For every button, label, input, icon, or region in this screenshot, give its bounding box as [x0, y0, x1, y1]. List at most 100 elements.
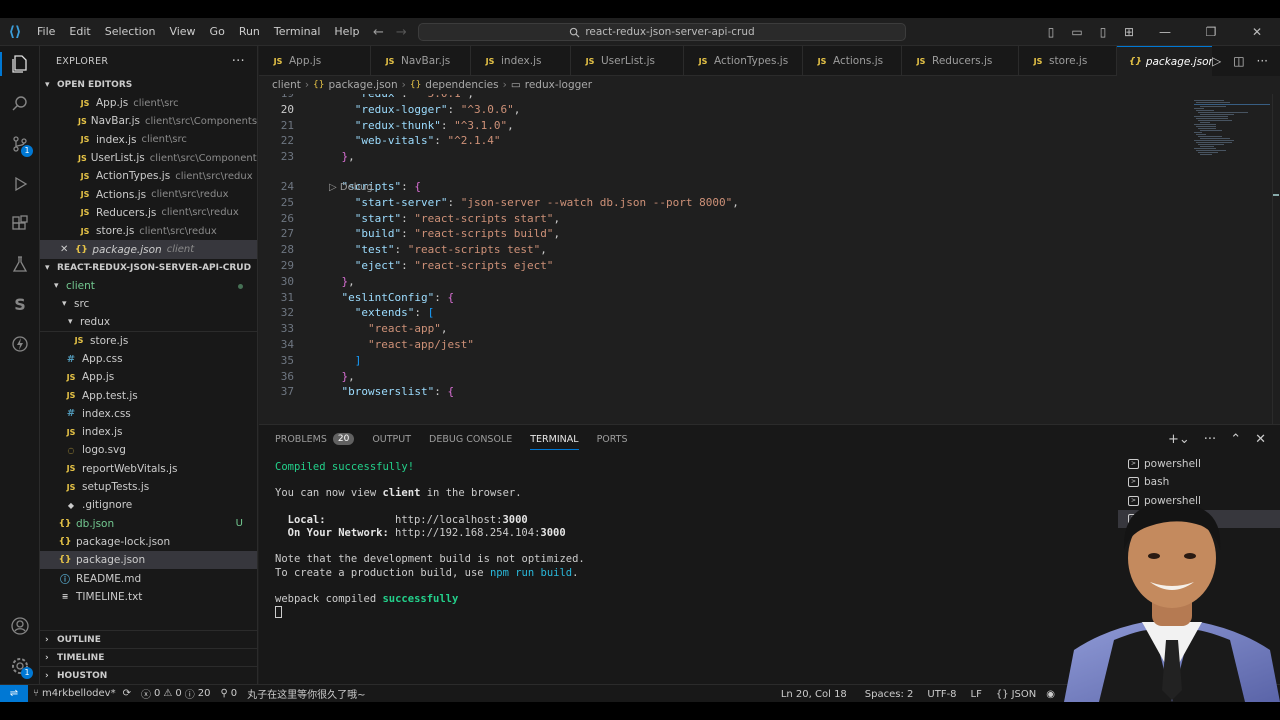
more-actions-icon[interactable]: ··· [1204, 432, 1216, 447]
open-editor-item[interactable]: JS store.js client\src\redux [40, 222, 257, 240]
minimize-icon[interactable]: — [1142, 25, 1188, 39]
menu-terminal[interactable]: Terminal [267, 18, 328, 46]
menu-edit[interactable]: Edit [62, 18, 97, 46]
toggle-panel-icon[interactable]: ▭ [1064, 25, 1090, 39]
toggle-secondary-sidebar-icon[interactable]: ▯ [1090, 25, 1116, 39]
folder-redux[interactable]: ▾ redux [40, 313, 257, 332]
file-tree-item[interactable]: ≡ TIMELINE.txt [40, 588, 257, 606]
file-tree-item[interactable]: JS reportWebVitals.js [40, 460, 257, 478]
houston-header[interactable]: › HOUSTON [40, 666, 257, 684]
problems-indicator[interactable]: ⓧ 0 ⚠ 0 ⓘ 20 [136, 686, 215, 701]
open-editor-item[interactable]: JS index.js client\src [40, 131, 257, 149]
close-icon[interactable]: ✕ [60, 244, 68, 255]
line-ending[interactable]: LF [966, 689, 987, 700]
open-editor-item[interactable]: JS ActionTypes.js client\src\redux [40, 167, 257, 185]
ports-indicator[interactable]: ⚲ 0 [215, 688, 242, 699]
s-extension-icon[interactable]: S [6, 290, 34, 318]
file-tree-item[interactable]: JS setupTests.js [40, 478, 257, 496]
source-control-icon[interactable]: 1 [6, 130, 34, 158]
minimap[interactable] [1194, 100, 1270, 160]
account-icon[interactable] [6, 612, 34, 640]
breadcrumb-redux-logger[interactable]: redux-logger [525, 79, 592, 91]
menu-help[interactable]: Help [327, 18, 366, 46]
indentation[interactable]: Spaces: 2 [860, 689, 919, 700]
project-header[interactable]: ▾ REACT-REDUX-JSON-SERVER-API-CRUD [40, 259, 257, 277]
file-tree-item[interactable]: {} package-lock.json [40, 533, 257, 551]
branch-indicator[interactable]: ⑂ m4rkbellodev* ⟳ [28, 688, 136, 699]
encoding[interactable]: UTF-8 [922, 689, 961, 700]
file-tree-item[interactable]: ⓘ README.md [40, 569, 257, 587]
more-actions-icon[interactable]: ··· [232, 54, 245, 69]
lightning-icon[interactable] [6, 330, 34, 358]
file-tree-item[interactable]: JS App.test.js [40, 386, 257, 404]
terminal-instance[interactable]: > bash [1118, 473, 1280, 491]
tab-output[interactable]: OUTPUT [372, 425, 411, 453]
open-editors-header[interactable]: ▾ OPEN EDITORS [40, 76, 257, 94]
open-editor-item[interactable]: JSNavBar.js client\src\Components\R... [40, 112, 257, 130]
menu-view[interactable]: View [162, 18, 202, 46]
breadcrumb-client[interactable]: client [272, 79, 301, 91]
editor-tab[interactable]: JS UserList.js [571, 46, 684, 76]
run-debug-icon[interactable] [6, 170, 34, 198]
code-editor[interactable]: 19 "redux": "^5.0.1", 20 "redux-logger": … [259, 94, 1280, 424]
open-editor-item[interactable]: JS UserList.js client\src\Components [40, 149, 257, 167]
file-tree-item[interactable]: JS store.js [40, 332, 257, 350]
remote-indicator-icon[interactable]: ⇌ [0, 684, 28, 702]
extensions-icon[interactable] [6, 210, 34, 238]
new-terminal-icon[interactable]: +⌄ [1168, 432, 1190, 447]
file-tree-item[interactable]: ◆ .gitignore [40, 496, 257, 514]
editor-tab[interactable]: JS store.js [1019, 46, 1117, 76]
settings-gear-icon[interactable]: 1 [6, 652, 34, 680]
command-center[interactable]: react-redux-json-server-api-crud [418, 23, 906, 41]
menu-run[interactable]: Run [232, 18, 267, 46]
split-editor-icon[interactable]: ◫ [1233, 54, 1244, 68]
debug-codelens[interactable]: ▷ Debug [329, 182, 373, 193]
open-editor-item[interactable]: ✕ {} package.json client [40, 240, 257, 259]
editor-tab[interactable]: JS ActionTypes.js [684, 46, 803, 76]
forward-arrow-icon[interactable]: → [396, 25, 407, 40]
restore-icon[interactable]: ❐ [1188, 25, 1234, 39]
file-tree-item[interactable]: JS App.js [40, 368, 257, 386]
outline-header[interactable]: › OUTLINE [40, 630, 257, 648]
menu-selection[interactable]: Selection [98, 18, 163, 46]
editor-tab[interactable]: {}package.json✕ [1117, 46, 1234, 76]
terminal-output[interactable]: Compiled successfully! You can now view … [275, 461, 1115, 619]
open-editor-item[interactable]: JS App.js client\src [40, 94, 257, 112]
editor-tab[interactable]: JS index.js [471, 46, 571, 76]
file-tree-item[interactable]: ◌ logo.svg [40, 441, 257, 459]
open-editor-item[interactable]: JS Actions.js client\src\redux [40, 185, 257, 203]
tab-problems[interactable]: PROBLEMS 20 [275, 425, 355, 453]
close-window-icon[interactable]: ✕ [1234, 25, 1280, 39]
open-editor-item[interactable]: JS Reducers.js client\src\redux [40, 204, 257, 222]
folder-client[interactable]: ▾ client [40, 277, 257, 295]
cursor-position[interactable]: Ln 20, Col 18 [776, 689, 852, 700]
close-panel-icon[interactable]: ✕ [1255, 432, 1266, 447]
testing-flask-icon[interactable] [6, 250, 34, 278]
tab-terminal[interactable]: TERMINAL [530, 425, 579, 453]
editor-tab[interactable]: JS App.js [259, 46, 371, 76]
breadcrumb-file[interactable]: package.json [329, 79, 398, 91]
file-tree-item[interactable]: # index.css [40, 405, 257, 423]
more-actions-icon[interactable]: ··· [1257, 54, 1268, 68]
menu-go[interactable]: Go [203, 18, 232, 46]
editor-tab[interactable]: JS Actions.js [803, 46, 902, 76]
run-icon[interactable]: ▷ [1212, 54, 1221, 68]
breadcrumb-dependencies[interactable]: dependencies [425, 79, 498, 91]
maximize-panel-icon[interactable]: ⌃ [1230, 432, 1241, 447]
back-arrow-icon[interactable]: ← [373, 25, 384, 40]
language-mode[interactable]: {} JSON [991, 689, 1041, 700]
file-tree-item[interactable]: # App.css [40, 350, 257, 368]
customize-layout-icon[interactable]: ⊞ [1116, 25, 1142, 39]
file-tree-item[interactable]: {} package.json [40, 551, 257, 570]
timeline-header[interactable]: › TIMELINE [40, 648, 257, 666]
copilot-icon[interactable]: ◉ [1041, 689, 1060, 700]
explorer-icon[interactable] [0, 50, 34, 78]
file-tree-item[interactable]: JS index.js [40, 423, 257, 441]
file-tree-item[interactable]: {} db.json U [40, 515, 257, 533]
terminal-instance[interactable]: > powershell [1118, 455, 1280, 473]
editor-tab[interactable]: JS NavBar.js [371, 46, 471, 76]
toggle-sidebar-icon[interactable]: ▯ [1038, 25, 1064, 39]
tab-ports[interactable]: PORTS [597, 425, 628, 453]
search-icon[interactable] [6, 90, 34, 118]
folder-src[interactable]: ▾ src [40, 295, 257, 313]
